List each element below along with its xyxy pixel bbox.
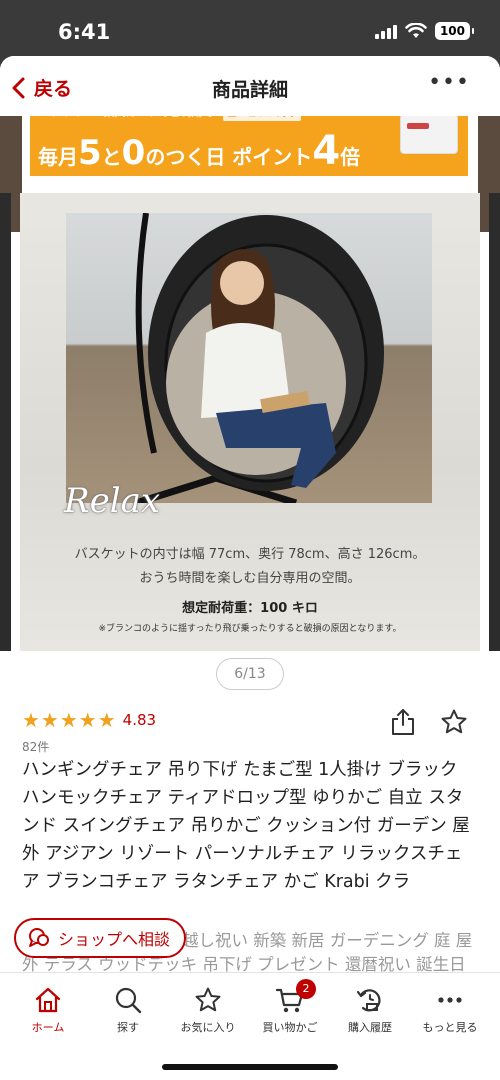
share-icon[interactable]	[390, 708, 416, 736]
tab-label: ホーム	[31, 1021, 65, 1034]
tab-label: お気に入り	[180, 1021, 236, 1034]
banner-headline: 毎月 5 と 0 のつく日 ポイント 4 倍	[38, 128, 360, 174]
tab-label: 購入履歴	[348, 1021, 392, 1034]
banner-mid: と	[101, 145, 122, 169]
tab-label: もっと見る	[422, 1021, 478, 1034]
cart-badge: 2	[296, 979, 316, 999]
product-image-carousel[interactable]: Relax バスケットの内寸は幅 77cm、奥行 78cm、高さ 126cm。 …	[20, 193, 480, 651]
contact-shop-button[interactable]: ショップへ相談	[14, 918, 187, 958]
hanging-chair-illustration	[134, 213, 384, 503]
tab-more[interactable]: もっと見る	[410, 983, 490, 1035]
image-pager: 6/13	[216, 658, 284, 690]
product-photo	[66, 213, 432, 503]
tab-favorites[interactable]: お気に入り	[168, 983, 248, 1035]
tab-cart[interactable]: 2 買い物かご	[250, 979, 330, 1035]
relax-script-text: Relax	[64, 481, 161, 521]
status-time: 6:41	[58, 20, 111, 44]
cellular-signal-icon	[374, 23, 397, 39]
home-icon	[35, 987, 61, 1013]
product-title: ハンギングチェア 吊り下げ たまご型 1人掛け ブラック ハンモックチェア ティ…	[22, 760, 470, 892]
more-menu-button[interactable]: •••	[428, 70, 470, 95]
rating-stars: ★★★★★	[22, 708, 117, 732]
status-indicators: 100	[374, 22, 475, 40]
rating-value: 4.83	[122, 711, 157, 729]
banner-num3: 4	[312, 128, 341, 174]
image-caption-warning: ※ブランコのように揺すったり飛び乗ったりすると破損の原因となります。	[98, 624, 402, 634]
credit-card-icon	[400, 114, 458, 154]
contact-shop-label: ショップへ相談	[58, 930, 171, 949]
search-icon	[115, 987, 142, 1014]
favorite-star-icon[interactable]	[440, 708, 468, 736]
banner-num2: 0	[121, 133, 146, 173]
chat-bubble-icon	[29, 928, 49, 947]
tab-home[interactable]: ホーム	[8, 983, 88, 1035]
image-caption-load: 想定耐荷重：100 キロ	[182, 601, 318, 616]
image-caption-dimensions: バスケットの内寸は幅 77cm、奥行 78cm、高さ 126cm。	[74, 547, 426, 562]
tab-label: 買い物かご	[262, 1021, 318, 1034]
page-title: 商品詳細	[211, 79, 288, 101]
star-icon	[195, 987, 221, 1012]
banner-prefix: 毎月	[38, 145, 78, 169]
promo-banner[interactable]: エントリー&楽天カードのご利用で 全ショップ対象 毎月 5 と 0 のつく日 ポ…	[30, 106, 468, 176]
banner-end: 倍	[340, 145, 361, 169]
rating-summary[interactable]: ★★★★★ 4.83	[22, 708, 156, 732]
wifi-icon	[405, 23, 427, 38]
history-icon	[356, 989, 381, 1012]
tab-label: 探す	[117, 1021, 139, 1034]
banner-num1: 5	[78, 133, 102, 173]
tab-history[interactable]: 購入履歴	[330, 983, 410, 1035]
image-caption-tagline: おうち時間を楽しむ自分専用の空間。	[139, 571, 361, 586]
carousel-edge-left	[0, 193, 11, 651]
device-screen: 6:41 100 エントリー&楽天カードのご利用で 全ショップ対象 毎月 5	[0, 0, 500, 1080]
review-count[interactable]: 82件	[22, 738, 49, 755]
more-icon	[438, 997, 462, 1003]
nav-bar: 戻る 商品詳細 •••	[0, 56, 500, 116]
home-indicator[interactable]	[162, 1064, 338, 1070]
carousel-edge-right	[489, 193, 500, 651]
bottom-tab-bar: ホーム 探す お気に入り 2 買い物かご 購入履歴 もっと見る	[0, 972, 500, 1080]
battery-icon: 100	[434, 22, 475, 40]
product-detail-sheet: エントリー&楽天カードのご利用で 全ショップ対象 毎月 5 と 0 のつく日 ポ…	[0, 56, 500, 1080]
status-bar: 6:41 100	[0, 0, 500, 56]
banner-suffix: のつく日 ポイント	[145, 145, 313, 169]
tab-search[interactable]: 探す	[88, 983, 168, 1035]
